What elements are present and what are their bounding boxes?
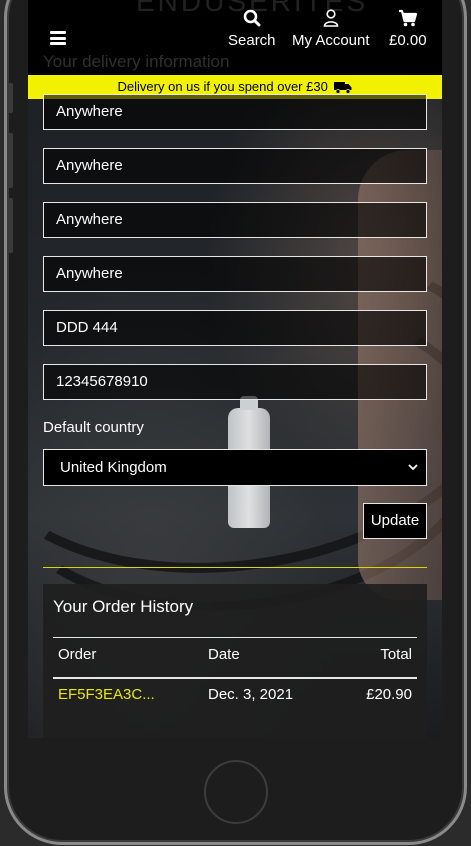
my-account-button[interactable]: My Account xyxy=(292,8,370,49)
section-divider xyxy=(43,567,427,568)
delivery-banner-text: Delivery on us if you spend over £30 xyxy=(117,79,328,94)
table-divider xyxy=(53,677,417,679)
order-history-panel: Your Order History Order Date Total EF5F… xyxy=(43,584,427,738)
order-history-title: Your Order History xyxy=(53,597,194,616)
order-date: Dec. 3, 2021 xyxy=(208,686,294,703)
postcode-field[interactable]: DDD 444 xyxy=(43,310,427,346)
screen: ENDUSERITES Your delivery information Se… xyxy=(28,0,442,738)
phone-side-button xyxy=(7,198,13,253)
town-city-field[interactable]: Anywhere xyxy=(43,202,427,238)
column-header-order: Order xyxy=(58,646,97,663)
phone-side-button xyxy=(7,133,13,188)
table-divider xyxy=(53,637,417,638)
bag-total: £0.00 xyxy=(389,32,427,49)
country-label: Default country xyxy=(43,419,144,436)
phone-side-button xyxy=(7,83,13,113)
country-select[interactable]: United Kingdom xyxy=(43,449,427,486)
country-selected-value: United Kingdom xyxy=(60,459,167,476)
county-field[interactable]: Anywhere xyxy=(43,256,427,292)
order-total: £20.90 xyxy=(366,686,412,703)
search-icon xyxy=(243,9,261,27)
user-icon xyxy=(323,9,339,27)
chevron-down-icon xyxy=(408,464,418,471)
column-header-total: Total xyxy=(380,646,412,663)
column-header-date: Date xyxy=(208,646,240,663)
phone-number-field[interactable]: 12345678910 xyxy=(43,364,427,400)
my-account-label: My Account xyxy=(292,32,370,49)
search-button[interactable]: Search xyxy=(228,8,276,49)
update-button[interactable]: Update xyxy=(363,503,427,539)
shopping-bag-icon xyxy=(398,9,417,27)
search-label: Search xyxy=(228,32,276,49)
section-subtitle: Your delivery information xyxy=(43,52,230,71)
street-address-2-field[interactable]: Anywhere xyxy=(43,148,427,184)
shopping-bag-button[interactable]: £0.00 xyxy=(389,8,427,49)
street-address-1-field[interactable]: Anywhere xyxy=(43,94,427,130)
hamburger-icon[interactable] xyxy=(50,31,66,45)
site-header: ENDUSERITES Your delivery information Se… xyxy=(28,0,442,75)
phone-home-button xyxy=(204,760,268,824)
truck-icon xyxy=(334,82,352,94)
order-number-link[interactable]: EF5F3EA3C... xyxy=(58,686,155,703)
